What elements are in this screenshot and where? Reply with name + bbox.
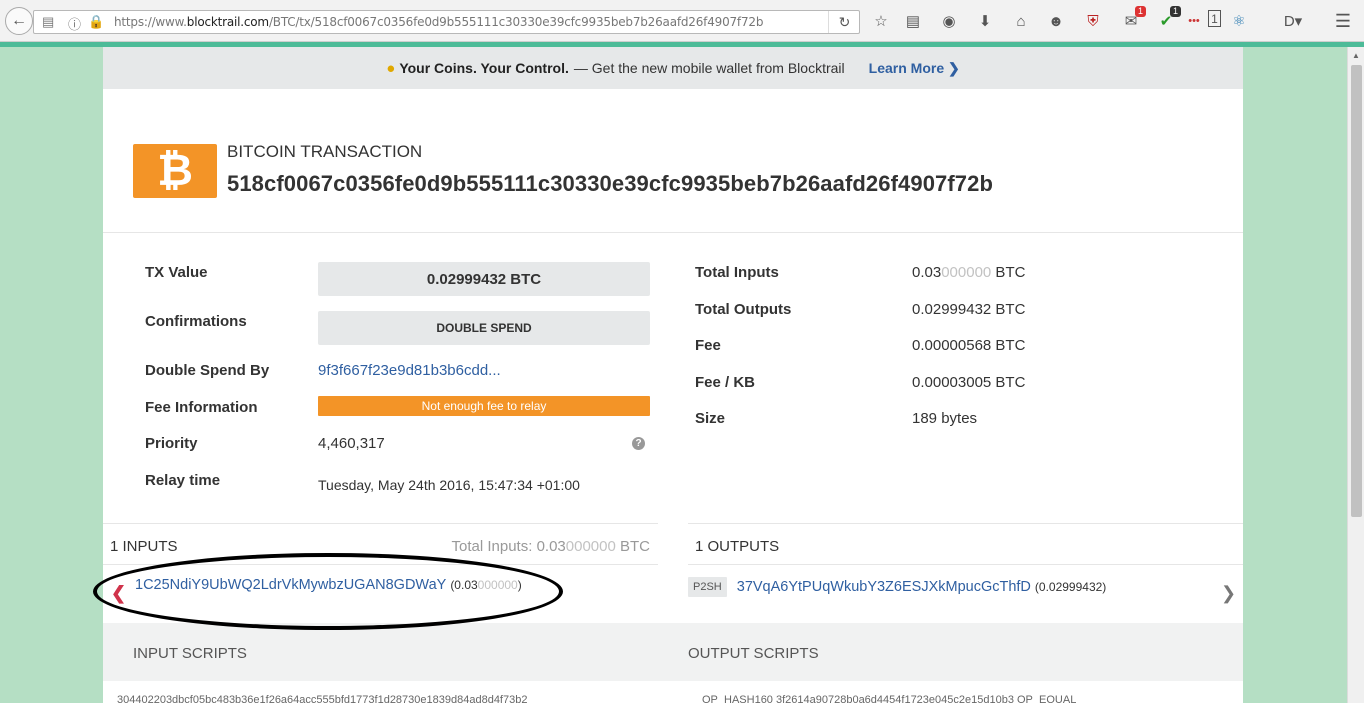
counter-extension-icon[interactable]: 1 [1208,10,1221,27]
fee-value: 0.00000568 BTC [912,337,1026,354]
outputs-header: 1 OUTPUTS [688,523,1243,565]
total-inputs-label: Total Inputs [695,264,779,281]
outputs-title: 1 OUTPUTS [695,538,780,555]
back-arrow-icon[interactable]: ← [5,7,33,35]
reading-list-icon[interactable]: ▤ [902,10,924,32]
mail-extension-icon[interactable]: ✉ 1 [1120,6,1146,32]
confirmations-label: Confirmations [145,313,247,330]
relay-time-value: Tuesday, May 24th 2016, 15:47:34 +01:00 [318,477,580,493]
bookmark-star-icon[interactable]: ☆ [870,10,892,32]
coins-icon: ● [386,59,396,77]
tx-value-label: TX Value [145,264,208,281]
url-text[interactable]: https://www.blocktrail.com/BTC/tx/518cf0… [114,15,763,29]
inputs-total: Total Inputs: 0.03000000 BTC [451,538,650,555]
total-outputs-value: 0.02999432 BTC [912,301,1026,318]
output-row: P2SH 37VqA6YtPUqWkubY3Z6ESJXkMpucGcThfD … [688,577,1106,597]
page-content: ● Your Coins. Your Control. — Get the ne… [103,47,1243,703]
transaction-label: BITCOIN TRANSACTION [227,142,423,161]
priority-value: 4,460,317 [318,435,385,452]
shield-extension-icon[interactable]: ✔ 1 [1155,6,1181,32]
input-scripts-title: INPUT SCRIPTS [133,645,247,662]
double-spend-link[interactable]: 9f3f667f23e9d81b3b6cdd... [318,362,501,379]
mail-badge: 1 [1134,6,1146,17]
inputs-title: 1 INPUTS [110,538,178,555]
fee-info-label: Fee Information [145,399,258,416]
home-icon[interactable]: ⌂ [1010,10,1032,32]
output-script-preview: OP_HASH160 3f2614a90728b0a6d4454f1723e04… [702,694,1077,703]
input-address-link[interactable]: 1C25NdiY9UbWQ2LdrVkMywbzUGAN8GDWaY [135,577,446,593]
hamburger-menu-icon[interactable]: ☰ [1332,10,1354,32]
fee-per-kb-label: Fee / KB [695,374,756,391]
shield-badge: 1 [1169,6,1181,17]
output-address-link[interactable]: 37VqA6YtPUqWkubY3Z6ESJXkMpucGcThfD [737,579,1031,595]
address-bar[interactable]: ▤ ⓘ 🔒 https://www.blocktrail.com/BTC/tx/… [33,10,860,34]
promo-text: — Get the new mobile wallet from Blocktr… [573,60,845,76]
network-icon[interactable]: ⚛ [1228,10,1250,32]
dots-extension-icon[interactable]: ••• [1183,10,1205,32]
bitcoin-logo-icon: ₿ [133,144,217,198]
total-inputs-value: 0.03000000 BTC [912,264,1026,281]
transaction-hash: 518cf0067c0356fe0d9b555111c30330e39cfc99… [227,171,994,196]
size-label: Size [695,410,726,427]
fee-label: Fee [695,337,721,354]
output-scripts-title: OUTPUT SCRIPTS [688,645,819,662]
help-icon[interactable]: ? [632,437,645,450]
input-row: 1C25NdiY9UbWQ2LdrVkMywbzUGAN8GDWaY (0.03… [135,577,522,593]
scrollbar-thumb[interactable] [1351,65,1362,517]
promo-bold-text: Your Coins. Your Control. [399,60,569,76]
total-outputs-label: Total Outputs [695,301,792,318]
chevron-left-icon[interactable]: ❮ [111,583,126,604]
double-spend-label: Double Spend By [145,362,270,379]
info-icon[interactable]: ⓘ [68,14,81,33]
pocket-icon[interactable]: ◉ [938,10,960,32]
browser-toolbar: ← ▤ ⓘ 🔒 https://www.blocktrail.com/BTC/t… [0,0,1364,42]
promo-banner: ● Your Coins. Your Control. — Get the ne… [103,47,1243,89]
ublock-icon[interactable]: ⛨ [1082,10,1104,32]
input-script-preview: 304402203dbcf05bc483b36e1f26a64acc555bfd… [117,694,528,703]
scroll-up-arrow-icon[interactable]: ▲ [1348,47,1364,63]
dashlane-menu-icon[interactable]: D▾ [1278,10,1308,32]
lock-icon[interactable]: 🔒 [88,14,104,30]
input-amount: (0.03000000) [450,578,522,592]
inputs-header: 1 INPUTS Total Inputs: 0.03000000 BTC [103,523,658,565]
relay-time-label: Relay time [145,472,221,489]
chevron-right-icon: ❯ [948,59,960,76]
priority-label: Priority [145,435,198,452]
download-icon[interactable]: ⬇ [974,10,996,32]
learn-more-link[interactable]: Learn More ❯ [869,60,960,77]
tx-value: 0.02999432 BTC [318,262,650,296]
confirmations-status: DOUBLE SPEND [318,311,650,345]
emoji-icon[interactable]: ☻ [1045,10,1067,32]
scripts-header: INPUT SCRIPTS OUTPUT SCRIPTS [103,623,1243,681]
scrollbar[interactable]: ▲ [1347,47,1364,703]
fee-warning-bar: Not enough fee to relay [318,396,650,416]
tabs-icon[interactable]: ▤ [42,14,54,30]
output-type-badge: P2SH [688,577,727,597]
reload-icon[interactable]: ↻ [828,11,860,33]
chevron-right-icon[interactable]: ❯ [1221,583,1236,604]
output-amount: (0.02999432) [1034,580,1107,594]
transaction-header: ₿ BITCOIN TRANSACTION 518cf0067c0356fe0d… [103,89,1243,233]
size-value: 189 bytes [912,410,978,427]
fee-per-kb-value: 0.00003005 BTC [912,374,1026,391]
